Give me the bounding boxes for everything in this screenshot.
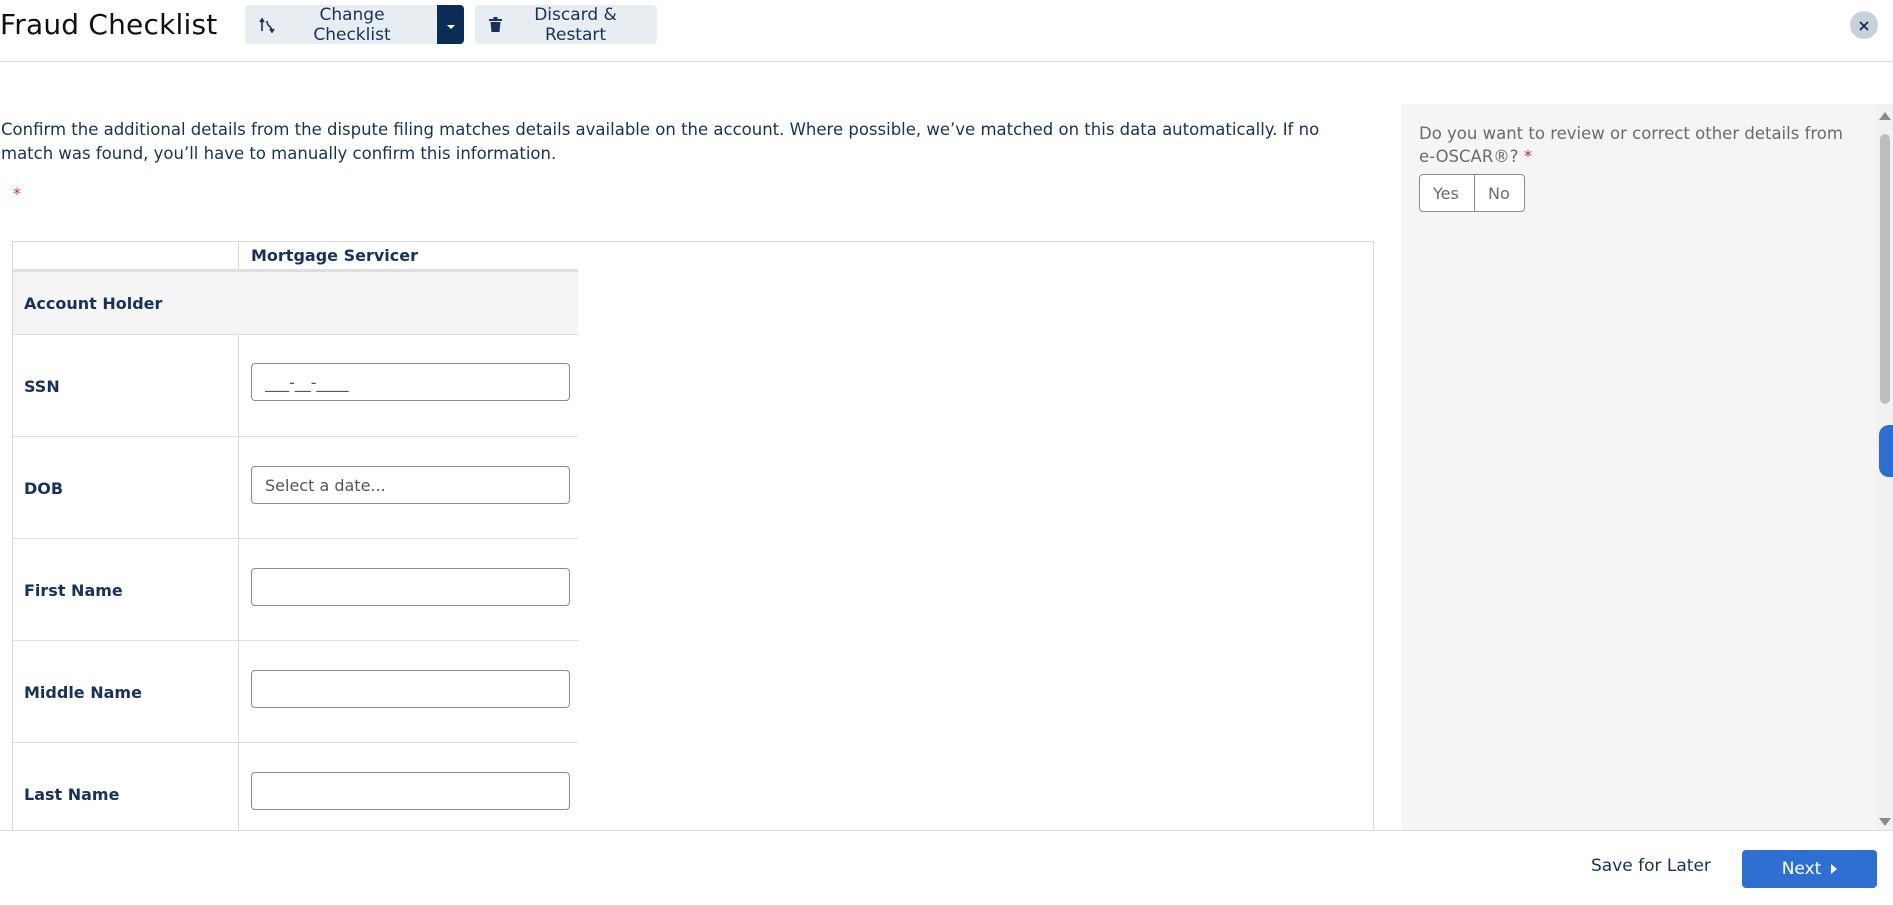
page-footer: Save for Later Next	[0, 830, 1893, 905]
ssn-input[interactable]	[251, 363, 570, 401]
table-row-ssn: SSN	[13, 335, 578, 437]
ssn-label: SSN	[24, 376, 60, 396]
review-question: Do you want to review or correct other d…	[1419, 122, 1859, 168]
required-marker: *	[13, 184, 21, 203]
caret-right-icon	[1831, 864, 1838, 874]
middle-name-cell	[238, 641, 578, 743]
last-name-label: Last Name	[24, 784, 120, 804]
discard-restart-label: Discard & Restart	[534, 4, 617, 45]
scroll-down-arrow-icon[interactable]	[1879, 818, 1891, 826]
table-row-dob: DOB	[13, 437, 578, 539]
dob-label: DOB	[24, 478, 64, 498]
close-icon	[1859, 16, 1869, 35]
side-drawer-tab[interactable]	[1879, 425, 1893, 477]
caret-down-icon	[446, 15, 456, 34]
page-title: Fraud Checklist	[0, 8, 218, 41]
trash-icon	[489, 17, 502, 32]
page-header: Fraud Checklist Change Checklist Discard…	[0, 0, 1893, 62]
yes-no-toggle: Yes No	[1419, 174, 1525, 212]
table-header-row: Mortgage Servicer	[13, 242, 578, 272]
middle-name-input[interactable]	[251, 670, 570, 708]
first-name-label: First Name	[24, 580, 123, 600]
middle-name-label: Middle Name	[24, 682, 142, 702]
column-header-mortgage-servicer: Mortgage Servicer	[238, 242, 578, 269]
dob-date-input[interactable]	[251, 466, 570, 504]
comparison-grid: Mortgage Servicer Account Holder SSN DOB…	[13, 242, 578, 831]
section-label: Account Holder	[24, 293, 163, 313]
dob-cell	[238, 437, 578, 539]
swap-icon	[259, 17, 275, 33]
change-checklist-label: Change Checklist	[313, 4, 391, 45]
scroll-up-arrow-icon[interactable]	[1879, 112, 1891, 120]
review-question-text: Do you want to review or correct other d…	[1419, 124, 1843, 166]
last-name-input[interactable]	[251, 772, 570, 810]
yes-button[interactable]: Yes	[1419, 174, 1475, 212]
checklist-dropdown-toggle[interactable]	[437, 5, 464, 44]
discard-restart-button[interactable]: Discard & Restart	[475, 4, 657, 45]
first-name-cell	[238, 539, 578, 641]
scroll-thumb[interactable]	[1880, 134, 1890, 404]
side-panel: Do you want to review or correct other d…	[1401, 104, 1877, 830]
section-account-holder: Account Holder	[13, 272, 578, 335]
close-button[interactable]	[1850, 11, 1878, 39]
next-label: Next	[1781, 859, 1822, 879]
save-for-later-button[interactable]: Save for Later	[1591, 856, 1711, 876]
last-name-cell	[238, 743, 578, 831]
required-marker: *	[1523, 147, 1533, 166]
intro-text: Confirm the additional details from the …	[1, 120, 1320, 163]
no-button[interactable]: No	[1475, 174, 1525, 212]
first-name-input[interactable]	[251, 568, 570, 606]
change-checklist-button[interactable]: Change Checklist	[245, 4, 437, 45]
table-row-middle-name: Middle Name	[13, 641, 578, 743]
comparison-table: Mortgage Servicer Account Holder SSN DOB…	[12, 241, 1374, 831]
ssn-cell	[238, 335, 578, 437]
table-row-first-name: First Name	[13, 539, 578, 641]
table-row-last-name: Last Name	[13, 743, 578, 831]
next-button[interactable]: Next	[1742, 850, 1877, 888]
